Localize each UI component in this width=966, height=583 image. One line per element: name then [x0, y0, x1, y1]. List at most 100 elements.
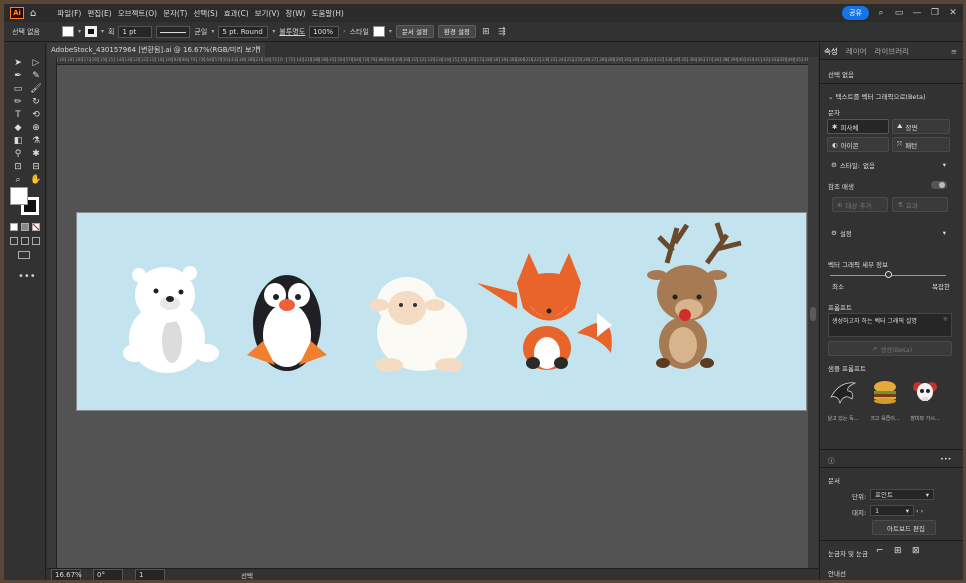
document-tab[interactable]: AdobeStock_430157964 [변환됨].ai @ 16.67%(R… [47, 43, 265, 57]
style-swatch[interactable] [372, 26, 385, 37]
grid-icon[interactable]: ⊞ [894, 546, 902, 556]
menu-view[interactable]: 보기(V) [252, 8, 283, 19]
chevron-down-icon[interactable]: ▾ [78, 28, 81, 35]
zoom-field[interactable]: 16.67% [51, 568, 82, 580]
draw-normal-icon[interactable] [10, 237, 18, 245]
draw-inside-icon[interactable] [32, 237, 40, 245]
vertical-scrollbar[interactable] [808, 57, 818, 568]
stroke-profile-preview[interactable] [156, 25, 191, 38]
sample-burger-icon[interactable] [870, 377, 900, 407]
menu-type[interactable]: 문자(T) [160, 8, 190, 19]
menu-object[interactable]: 오브젝트(O) [115, 8, 160, 19]
edit-artboards-button[interactable]: 아트보드 편집 [872, 520, 936, 535]
chevron-right-icon[interactable]: › [343, 28, 345, 35]
arrange-documents-icon[interactable]: ⊞ [480, 27, 492, 37]
document-setup-button[interactable]: 문서 설정 [395, 25, 434, 38]
draw-behind-icon[interactable] [21, 237, 29, 245]
paintbrush-tool-icon[interactable]: 🖌 [28, 83, 44, 95]
align-icon[interactable]: ⇶ [496, 27, 508, 37]
eraser-tool-icon[interactable]: ◆ [10, 122, 26, 134]
canvas[interactable] [57, 65, 808, 568]
artboard-tool-icon[interactable]: ⊡ [10, 161, 26, 173]
share-button[interactable]: 공유 [842, 6, 869, 20]
chevron-down-icon[interactable]: ▾ [101, 28, 104, 35]
tab-libraries[interactable]: 라이브러리 [871, 46, 914, 57]
selection-tool-icon[interactable]: ➤ [10, 57, 26, 69]
detail-slider-knob[interactable] [885, 271, 892, 278]
artboard[interactable] [76, 212, 807, 411]
panel-menu-icon[interactable]: ≡ [947, 47, 963, 56]
gradient-tool-icon[interactable]: ◧ [10, 135, 26, 147]
units-select[interactable]: 포인트 ▾ [870, 489, 934, 500]
fill-swatch[interactable] [62, 26, 74, 37]
shape-builder-tool-icon[interactable]: ⊕ [28, 122, 44, 134]
settings-dropdown[interactable]: ⚙ 설정 ▾ [827, 225, 950, 240]
sample-eagle-icon[interactable] [828, 377, 858, 407]
blend-tool-icon[interactable]: ⚲ [10, 148, 26, 160]
chevron-down-icon[interactable]: ▾ [389, 28, 392, 35]
warp-tool-icon[interactable]: ⟲ [28, 109, 44, 121]
tab-layers[interactable]: 레이어 [842, 46, 871, 57]
minimize-icon[interactable]: — [911, 8, 923, 18]
arrange-icon[interactable]: ▭ [893, 8, 905, 18]
menu-edit[interactable]: 편집(E) [84, 8, 114, 19]
more-tools-icon[interactable]: ••• [18, 271, 36, 282]
close-icon[interactable]: ✕ [947, 8, 959, 18]
menu-file[interactable]: 파일(F) [54, 8, 84, 19]
subject-option-subject[interactable]: ✱ 피사체 [827, 119, 889, 134]
pencil-tool-icon[interactable]: ✏ [10, 96, 26, 108]
ruler-icon[interactable]: ⌐ [876, 546, 884, 556]
chevron-down-icon[interactable]: ▾ [211, 28, 214, 35]
color-mode-icon[interactable] [10, 223, 18, 231]
artboard-select[interactable]: 1 ▾ [870, 505, 914, 516]
menu-effect[interactable]: 효과(C) [221, 8, 252, 19]
info-icon[interactable]: ⓘ [828, 455, 835, 465]
rotate-tool-icon[interactable]: ↻ [28, 96, 44, 108]
slice-tool-icon[interactable]: ⊟ [28, 161, 44, 173]
preferences-button[interactable]: 환경 설정 [437, 25, 476, 38]
prompt-input[interactable]: 생성하고자 하는 벡터 그래픽 설명 ☼ [828, 313, 952, 337]
menu-window[interactable]: 창(W) [282, 8, 308, 19]
symbol-sprayer-tool-icon[interactable]: ✱ [28, 148, 44, 160]
search-icon[interactable]: ⌕ [875, 8, 887, 18]
fill-stroke-control[interactable] [10, 187, 40, 215]
zoom-tool-icon[interactable]: ⌕ [10, 174, 26, 186]
chevron-down-icon[interactable]: ▾ [272, 28, 275, 35]
direct-selection-tool-icon[interactable]: ▷ [28, 57, 44, 69]
opacity-field[interactable]: 100% [309, 25, 340, 38]
fill-color-icon[interactable] [10, 187, 28, 205]
style-dropdown[interactable]: ⚙ 스타일: 없음 ▾ [827, 157, 950, 172]
effect-button[interactable]: ⚗ 효과 [892, 197, 948, 212]
artboard-number-field[interactable]: 1 [135, 568, 165, 580]
menu-select[interactable]: 선택(S) [190, 8, 220, 19]
none-mode-icon[interactable] [32, 223, 40, 231]
perspective-grid-icon[interactable]: ⊠ [912, 546, 920, 556]
restore-icon[interactable]: ❐ [929, 8, 941, 18]
reference-toggle[interactable] [931, 181, 947, 189]
curvature-tool-icon[interactable]: ✎ [28, 70, 44, 82]
subject-option-scene[interactable]: ⛰ 장면 [892, 119, 950, 134]
stroke-swatch[interactable] [85, 26, 98, 37]
eyedropper-tool-icon[interactable]: ⚗ [28, 135, 44, 147]
home-icon[interactable]: ⌂ [30, 8, 36, 19]
generate-button[interactable]: ↗ 생성(Beta) [828, 341, 952, 356]
gradient-mode-icon[interactable] [21, 223, 29, 231]
more-options-icon[interactable]: ••• [940, 455, 952, 463]
vectorize-header[interactable]: ⌄ 텍스트를 벡터 그래픽으로(Beta) [828, 91, 926, 101]
menu-help[interactable]: 도움말(H) [309, 8, 347, 19]
brush-field[interactable]: 5 pt. Round [218, 25, 269, 38]
stroke-weight-field[interactable]: 1 pt [118, 25, 153, 38]
hand-tool-icon[interactable]: ✋ [28, 174, 44, 186]
rectangle-tool-icon[interactable]: ▭ [10, 83, 26, 95]
screen-mode-icon[interactable] [18, 251, 30, 259]
subject-option-icon[interactable]: ◐ 아이콘 [827, 137, 889, 152]
artboard-nav-icon[interactable]: ‹ › [916, 507, 923, 515]
scrollbar-thumb[interactable] [810, 307, 816, 321]
pen-tool-icon[interactable]: ✒ [10, 70, 26, 82]
lightbulb-icon[interactable]: ☼ [943, 316, 948, 323]
sample-skull-icon[interactable] [910, 377, 940, 407]
add-reference-button[interactable]: ⊕ 대상 추가 [832, 197, 888, 212]
close-tab-icon[interactable]: × [255, 44, 261, 52]
rotation-field[interactable]: 0° [93, 568, 123, 580]
subject-option-pattern[interactable]: ⤧ 패턴 [892, 137, 950, 152]
